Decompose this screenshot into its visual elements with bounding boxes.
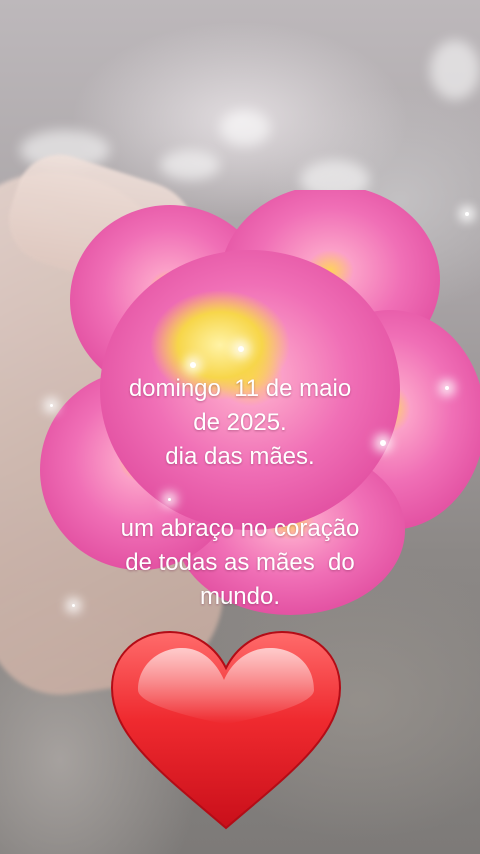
greeting-line: um abraço no coração — [120, 515, 360, 542]
heart-icon — [110, 630, 342, 830]
date-message: domingo 11 de maio de 2025. dia das mães… — [0, 372, 480, 474]
sparkle — [168, 498, 171, 501]
date-line: dia das mães. — [165, 443, 315, 470]
bokeh-light — [220, 110, 270, 146]
bokeh-light — [430, 40, 480, 100]
greeting-message: um abraço no coração de todas as mães do… — [0, 512, 480, 614]
photo-scene: domingo 11 de maio de 2025. dia das mães… — [0, 0, 480, 854]
date-line: de 2025. — [193, 409, 287, 436]
greeting-line: mundo. — [199, 583, 281, 610]
sparkle — [238, 346, 244, 352]
greeting-line: de todas as mães do — [125, 549, 355, 576]
sparkle — [465, 212, 469, 216]
sparkle — [190, 362, 196, 368]
date-line: domingo 11 de maio — [128, 375, 352, 402]
bokeh-light — [160, 150, 220, 180]
